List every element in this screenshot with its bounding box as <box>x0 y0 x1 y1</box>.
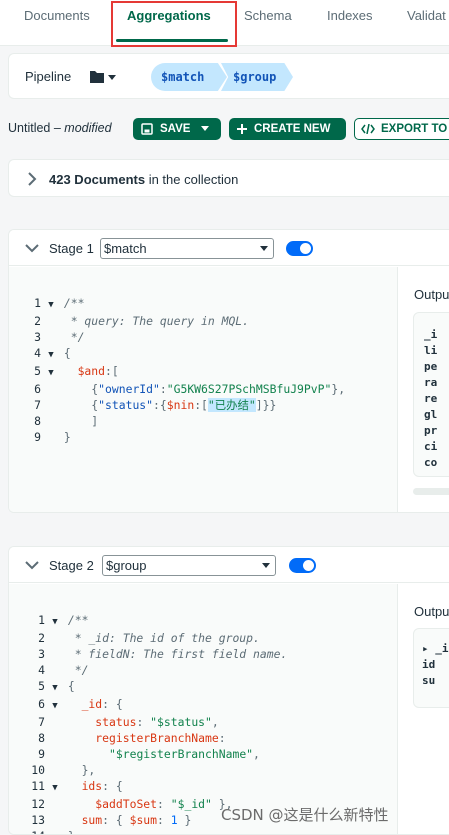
fold-arrow-icon: ▼ <box>48 350 54 360</box>
code-line: 4 ▼ { <box>9 345 345 363</box>
code-line: 2 * _id: The id of the group. <box>38 631 260 645</box>
stage-output-panel: Outpu _i li pe ra re gl pr ci co <box>399 267 449 512</box>
annotation-highlight-box <box>111 1 237 47</box>
code-line: 7 status: "$status", <box>38 715 219 729</box>
code-line: 6 ▼ _id: { <box>13 696 287 714</box>
code-line: 10 }, <box>31 763 96 777</box>
chevron-right-icon[interactable] <box>27 172 37 186</box>
stage-header: Stage 2 $group <box>9 547 449 583</box>
code-line: 9 } <box>34 430 71 444</box>
code-line: 1 ▼ /** <box>13 612 287 630</box>
caret-down-icon <box>262 563 270 568</box>
watermark: CSDN @这是什么新特性 <box>221 806 389 824</box>
code-line: 9 "$registerBranchName", <box>38 747 260 761</box>
stage-title: Stage 2 <box>49 558 94 573</box>
output-document-preview[interactable]: ▸ _i id su <box>413 628 449 708</box>
documents-count-bar[interactable]: 423 Documents in the collection <box>8 159 449 197</box>
code-line: 14 } <box>13 828 287 834</box>
chevron-down-icon[interactable] <box>25 243 39 253</box>
stage-card-2: Stage 2 $group 1 ▼ /** 2 * _id: The id of … <box>8 546 449 835</box>
fold-arrow-icon: ▼ <box>52 701 58 711</box>
code-line: 8 ] <box>34 414 99 428</box>
save-button[interactable]: SAVE <box>133 118 221 140</box>
pipeline-label: Pipeline <box>25 69 72 84</box>
fold-arrow-icon: ▼ <box>52 617 58 627</box>
output-label: Outpu <box>414 604 449 619</box>
tab-documents[interactable]: Documents <box>24 8 90 23</box>
plus-icon <box>237 124 247 134</box>
stage-enabled-toggle[interactable] <box>289 558 316 573</box>
pipeline-stage-crumb-match[interactable]: $match <box>151 63 227 91</box>
tab-indexes[interactable]: Indexes <box>327 8 373 23</box>
code-line: 5 ▼ { <box>13 678 287 696</box>
code-line: 7 {"status":{$nin:["已办结"]}} <box>34 398 277 412</box>
stage-card-1: Stage 1 $match 1 ▼ /** 2 * query: The quer… <box>8 229 449 513</box>
pipeline-stage-crumb-group[interactable]: $group <box>221 63 293 91</box>
stage-header: Stage 1 $match <box>9 230 449 266</box>
output-document-preview[interactable]: _i li pe ra re gl pr ci co <box>413 312 449 477</box>
code-line: 11 ▼ ids: { <box>13 778 287 796</box>
stage-code-editor[interactable]: 1 ▼ /** 2 * _id: The id of the group. 3 * f… <box>9 584 398 834</box>
stage-operator-select[interactable]: $group <box>102 555 276 576</box>
toggle-knob <box>303 560 314 571</box>
code-line: 6 {"ownerId":"G5KW6S27PSchMSBfuJ9PvP"}, <box>34 382 346 396</box>
stage-code-editor[interactable]: 1 ▼ /** 2 * query: The query in MQL. 3 */4 ▼… <box>9 267 398 512</box>
caret-down-icon <box>260 246 268 251</box>
documents-count-text: 423 Documents in the collection <box>49 172 239 187</box>
code-content: 1 ▼ /** 2 * _id: The id of the group. 3 * f… <box>13 596 288 834</box>
tab-schema[interactable]: Schema <box>244 8 292 23</box>
create-new-button[interactable]: CREATE NEW <box>229 118 346 140</box>
code-line: 5 ▼ $and:[ <box>9 363 345 381</box>
save-icon <box>141 123 153 135</box>
chevron-down-icon <box>201 126 210 131</box>
code-line: 3 * fieldN: The first field name. <box>38 647 288 661</box>
code-line: 4 */ <box>38 663 89 677</box>
stage-output-panel: Outpu ▸ _i id su <box>399 584 449 834</box>
code-line: 8 registerBranchName: <box>38 731 226 745</box>
stage-enabled-toggle[interactable] <box>286 241 313 256</box>
tab-validation[interactable]: Validat <box>407 8 446 23</box>
fold-arrow-icon: ▼ <box>48 300 54 310</box>
pipeline-name: Untitled – modified <box>8 121 112 135</box>
expand-arrow-icon: ▸ <box>422 642 436 655</box>
pipeline-toolbar: Untitled – modified SAVE CREATE NEW EXPO… <box>0 117 449 141</box>
code-content: 1 ▼ /** 2 * query: The query in MQL. 3 */4 ▼… <box>9 279 345 477</box>
code-line: 1 ▼ /** <box>9 295 345 313</box>
code-line: 3 */ <box>34 330 85 344</box>
fold-arrow-icon: ▼ <box>52 683 58 693</box>
fold-arrow-icon: ▼ <box>48 368 54 378</box>
output-label: Outpu <box>414 287 449 302</box>
output-scrollbar[interactable] <box>413 488 449 495</box>
export-to-language-button[interactable]: EXPORT TO <box>354 118 449 140</box>
code-icon <box>361 124 375 134</box>
toggle-knob <box>300 243 311 254</box>
fold-arrow-icon: ▼ <box>52 783 58 793</box>
stage-title: Stage 1 <box>49 241 94 256</box>
chevron-down-icon[interactable] <box>25 560 39 570</box>
folder-icon[interactable] <box>89 69 117 85</box>
code-line: 2 * query: The query in MQL. <box>34 314 250 328</box>
pipeline-bar: Pipeline $match $group <box>8 53 449 99</box>
stage-operator-select[interactable]: $match <box>100 238 274 259</box>
